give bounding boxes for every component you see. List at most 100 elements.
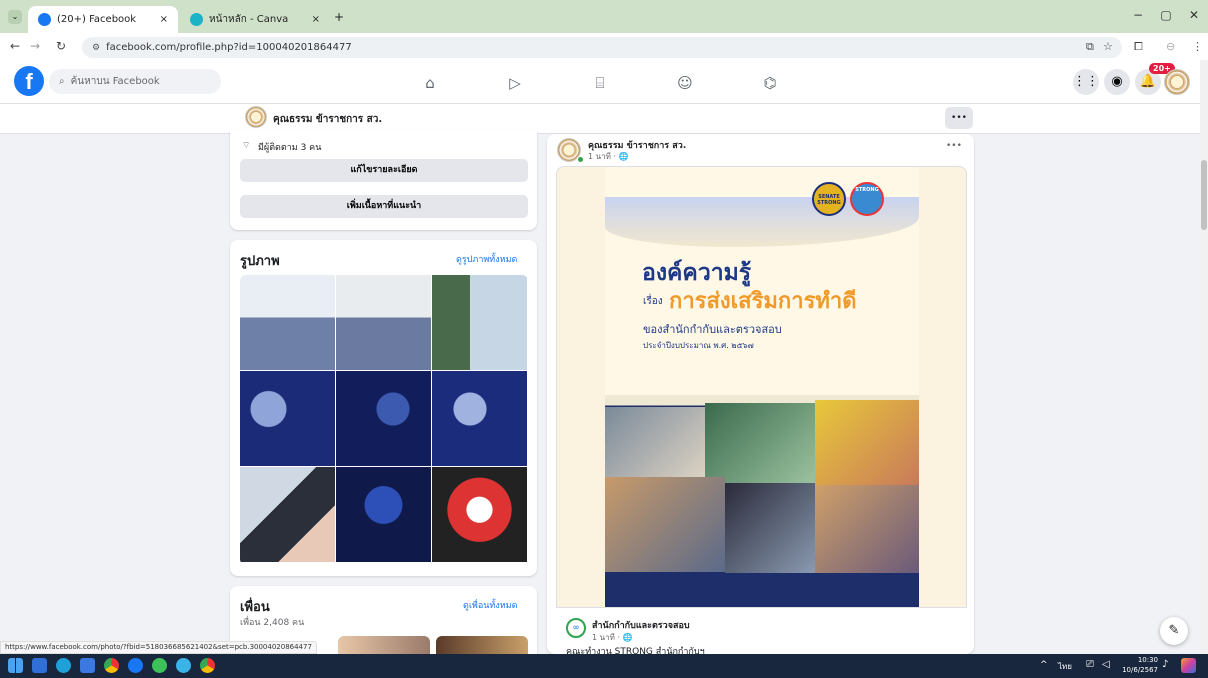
shared-post-time[interactable]: 1 นาที · 🌐: [592, 631, 632, 644]
scrollbar-thumb[interactable]: [1201, 160, 1207, 230]
notification-bell-icon[interactable]: ♪: [1162, 659, 1168, 670]
tab-close-icon[interactable]: ×: [312, 14, 320, 25]
shared-author-name[interactable]: สำนักกำกับและตรวจสอบ: [592, 618, 690, 632]
extensions-icon[interactable]: ⧠: [1134, 40, 1143, 54]
new-message-icon[interactable]: ✎: [1160, 617, 1188, 645]
groups-icon[interactable]: ☺: [675, 73, 695, 93]
post-time[interactable]: 1 นาที · 🌐: [588, 150, 628, 163]
gaming-icon[interactable]: ⌬: [760, 73, 780, 93]
photo-grid: [240, 275, 528, 565]
volume-icon[interactable]: ◁: [1102, 659, 1110, 670]
restore-button[interactable]: ▢: [1156, 8, 1176, 22]
line-icon[interactable]: [152, 658, 167, 673]
tab-facebook[interactable]: (20+) Facebook ×: [28, 6, 178, 33]
tab-canva[interactable]: หน้าหลัก - Canva ×: [180, 6, 330, 33]
tray-chevron-icon[interactable]: ^: [1040, 660, 1048, 670]
poster-photo-panel: [605, 395, 919, 607]
messenger-icon[interactable]: ◉: [1104, 69, 1130, 95]
strong-logo: STRONG: [850, 182, 884, 216]
poster-topic: การส่งเสริมการทำดี: [669, 289, 857, 314]
app-icon[interactable]: [176, 658, 191, 673]
edge-icon[interactable]: [56, 658, 71, 673]
photo-thumbnail[interactable]: [240, 467, 335, 562]
add-featured-button[interactable]: เพิ่มเนื้อหาที่แนะนำ: [240, 195, 528, 218]
search-icon: ⌕: [59, 76, 65, 87]
facebook-favicon-icon: [38, 13, 51, 26]
new-tab-button[interactable]: +: [334, 10, 344, 24]
profile-avatar[interactable]: [245, 106, 267, 128]
friend-thumbnail[interactable]: [338, 636, 430, 654]
photo-thumbnail[interactable]: [432, 371, 527, 466]
friends-count: เพื่อน 2,408 คน: [240, 618, 305, 628]
link-status-bar: https://www.facebook.com/photo/?fbid=518…: [0, 641, 317, 654]
forward-arrow-icon[interactable]: →: [30, 39, 40, 53]
profile-chip-icon[interactable]: ⊖: [1166, 40, 1175, 53]
tab-title: หน้าหลัก - Canva: [209, 14, 289, 25]
online-status-icon: [577, 156, 584, 163]
back-arrow-icon[interactable]: ←: [10, 39, 20, 53]
clock-date[interactable]: 10/6/2567: [1122, 666, 1158, 674]
install-app-icon[interactable]: ⧉: [1086, 40, 1094, 54]
windows-start-icon[interactable]: [8, 658, 23, 673]
address-bar[interactable]: ⚙ facebook.com/profile.php?id=1000402018…: [82, 37, 1122, 58]
shared-author-avatar[interactable]: ∞: [566, 618, 586, 638]
url-text: facebook.com/profile.php?id=100040201864…: [106, 42, 352, 53]
photo-thumbnail[interactable]: [432, 275, 527, 370]
poster-photo: [815, 485, 919, 573]
photo-thumbnail[interactable]: [336, 275, 431, 370]
site-info-icon[interactable]: ⚙: [92, 43, 100, 53]
facebook-search[interactable]: ⌕ ค้นหาบน Facebook: [49, 69, 221, 94]
minimize-button[interactable]: −: [1128, 8, 1148, 22]
copilot-icon[interactable]: [1181, 658, 1196, 673]
poster-office: ของสำนักกำกับและตรวจสอบ: [643, 323, 782, 336]
friend-thumbnail[interactable]: [436, 636, 528, 654]
close-window-button[interactable]: ✕: [1184, 8, 1204, 22]
tab-search-button[interactable]: ⌄: [8, 10, 22, 24]
bookmark-star-icon[interactable]: ☆: [1103, 40, 1113, 53]
poster-photo: [815, 400, 919, 485]
network-icon[interactable]: ⎚: [1086, 659, 1094, 670]
photo-thumbnail[interactable]: [432, 467, 527, 562]
clock-time[interactable]: 10:30: [1128, 656, 1158, 664]
followers-text[interactable]: มีผู้ติดตาม 3 คน: [258, 140, 321, 154]
canva-favicon-icon: [190, 13, 203, 26]
page-scrollbar[interactable]: [1200, 60, 1208, 654]
account-avatar[interactable]: [1164, 69, 1190, 95]
app-icon[interactable]: [80, 658, 95, 673]
reload-icon[interactable]: ↻: [56, 39, 66, 53]
see-all-photos-link[interactable]: ดูรูปภาพทั้งหมด: [456, 252, 517, 266]
see-all-friends-link[interactable]: ดูเพื่อนทั้งหมด: [463, 598, 517, 612]
profile-sticky-header: [0, 104, 1200, 134]
language-indicator[interactable]: ไทย: [1058, 660, 1072, 673]
video-icon[interactable]: ▷: [505, 73, 525, 93]
facebook-logo-icon[interactable]: f: [14, 66, 44, 96]
rss-icon: ⌔: [242, 141, 251, 151]
tab-close-icon[interactable]: ×: [160, 14, 168, 25]
photo-thumbnail[interactable]: [240, 371, 335, 466]
search-placeholder: ค้นหาบน Facebook: [70, 76, 160, 87]
shared-post-image[interactable]: SENATE STRONG STRONG องค์ความรู้ เรื่อง …: [556, 166, 967, 608]
edit-details-button[interactable]: แก้ไขรายละเอียด: [240, 159, 528, 182]
chrome-icon[interactable]: [200, 658, 215, 673]
tab-title: (20+) Facebook: [57, 14, 137, 25]
profile-more-button[interactable]: •••: [945, 107, 973, 129]
home-icon[interactable]: ⌂: [420, 73, 440, 93]
photos-title: รูปภาพ: [240, 254, 280, 269]
senate-strong-logo: SENATE STRONG: [812, 182, 846, 216]
marketplace-icon[interactable]: ⌸: [590, 73, 610, 93]
profile-name[interactable]: คุณธรรม ข้าราชการ สว.: [273, 112, 382, 127]
friends-title: เพื่อน: [240, 600, 270, 615]
chrome-icon[interactable]: [104, 658, 119, 673]
poster-year: ประจำปีงบประมาณ พ.ศ. ๒๕๖๗: [643, 341, 754, 350]
photo-thumbnail[interactable]: [336, 371, 431, 466]
app-icon[interactable]: [128, 658, 143, 673]
poster-photo: [605, 477, 725, 572]
browser-menu-icon[interactable]: ⋮: [1192, 40, 1203, 53]
post-more-icon[interactable]: •••: [946, 141, 962, 151]
poster-prefix: เรื่อง: [643, 296, 663, 307]
poster-photo: [725, 483, 815, 573]
menu-grid-icon[interactable]: ⋮⋮: [1073, 69, 1099, 95]
photo-thumbnail[interactable]: [240, 275, 335, 370]
task-view-icon[interactable]: [32, 658, 47, 673]
photo-thumbnail[interactable]: [336, 467, 431, 562]
